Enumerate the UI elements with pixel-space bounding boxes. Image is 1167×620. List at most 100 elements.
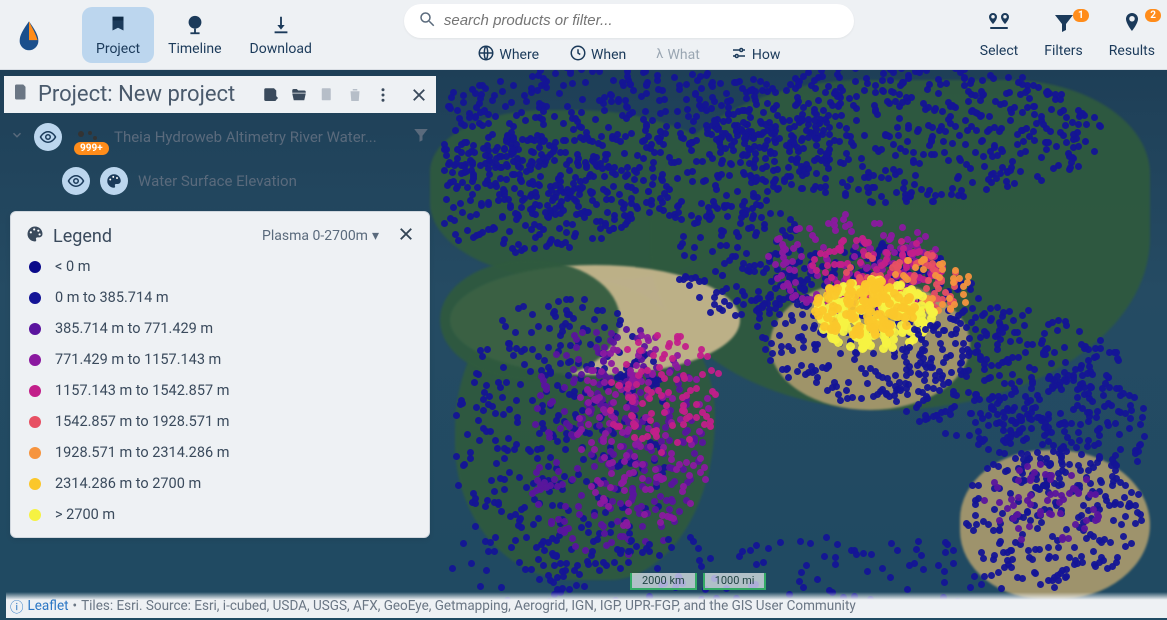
project-actions: [262, 86, 428, 104]
cc-icon: ⓘ: [10, 596, 24, 616]
legend-item: 2314.286 m to 2700 m: [29, 475, 415, 492]
leaflet-link[interactable]: Leaflet: [28, 598, 69, 614]
sub-nav: Where When λ What How: [404, 44, 854, 66]
pin-check-icon: [1120, 11, 1144, 39]
subnav-when-label: When: [591, 47, 626, 63]
close-panel-icon[interactable]: [410, 86, 428, 104]
app-logo: [12, 18, 46, 52]
results-badge: 2: [1145, 9, 1161, 22]
nav-tabs: Project Timeline Download: [82, 7, 326, 63]
legend-item-label: > 2700 m: [55, 506, 115, 523]
main: 2000 km 1000 mi Project: New project: [0, 70, 1167, 620]
project-icon: [12, 82, 30, 107]
legend-item: 1542.857 m to 1928.571 m: [29, 413, 415, 430]
tool-filters-label: Filters: [1044, 43, 1083, 59]
legend-item: 771.429 m to 1157.143 m: [29, 351, 415, 368]
search-input[interactable]: [444, 12, 840, 29]
legend-item: > 2700 m: [29, 506, 415, 523]
kebab-icon[interactable]: [374, 86, 392, 104]
save-add-icon[interactable]: [262, 86, 280, 104]
legend-swatch: [29, 323, 41, 335]
subnav-when[interactable]: When: [569, 44, 626, 66]
topbar: Project Timeline Download Where When λ Wha…: [0, 0, 1167, 70]
legend-item: 1157.143 m to 1542.857 m: [29, 382, 415, 399]
funnel-icon: [1052, 11, 1076, 39]
color-scheme-select[interactable]: Plasma 0-2700m ▾: [262, 228, 379, 244]
nav-tab-label: Timeline: [168, 41, 221, 57]
search-box[interactable]: [404, 4, 854, 38]
legend-item-label: 1542.857 m to 1928.571 m: [55, 413, 229, 430]
legend-items: < 0 m 0 m to 385.714 m 385.714 m to 771.42…: [25, 258, 415, 523]
trash-icon[interactable]: [346, 86, 364, 104]
right-tools: Select 1 Filters 2 Results: [980, 11, 1155, 59]
legend-item: 0 m to 385.714 m: [29, 289, 415, 306]
lambda-icon: λ: [656, 47, 663, 62]
project-title: Project: New project: [12, 82, 235, 107]
legend-card: Legend Plasma 0-2700m ▾ < 0 m 0 m to 385.…: [10, 211, 430, 538]
attribution-text: Tiles: Esri. Source: Esri, i-cubed, USDA…: [81, 598, 856, 614]
sliders-icon: [730, 44, 748, 66]
search-area: Where When λ What How: [404, 4, 854, 66]
project-icon: [106, 13, 130, 37]
legend-swatch: [29, 509, 41, 521]
filters-badge: 1: [1073, 9, 1089, 22]
download-icon: [269, 13, 293, 37]
open-folder-icon[interactable]: [290, 86, 308, 104]
nav-tab-label: Download: [250, 41, 312, 57]
tool-select[interactable]: Select: [980, 11, 1018, 59]
color-scheme-label: Plasma 0-2700m: [262, 228, 368, 244]
globe-icon: [477, 44, 495, 66]
tool-results[interactable]: 2 Results: [1109, 11, 1155, 59]
subnav-what[interactable]: λ What: [656, 44, 700, 66]
side-panel: Project: New project 999+ Theia Hydroweb…: [4, 76, 436, 538]
scale-km: 2000 km: [630, 573, 697, 590]
layer-row: 999+ Theia Hydroweb Altimetry River Wate…: [4, 113, 436, 161]
layer-filter-icon[interactable]: [412, 126, 430, 148]
legend-item-label: 2314.286 m to 2700 m: [55, 475, 201, 492]
layer-visibility-toggle[interactable]: [34, 123, 62, 151]
legend-swatch: [29, 292, 41, 304]
sublayer-visibility-toggle[interactable]: [62, 167, 90, 195]
nav-tab-label: Project: [96, 41, 140, 57]
layer-name[interactable]: Theia Hydroweb Altimetry River Water...: [114, 128, 402, 146]
caret-down-icon: ▾: [372, 228, 379, 244]
tool-select-label: Select: [980, 43, 1018, 59]
legend-swatch: [29, 385, 41, 397]
attribution-sep: •: [73, 598, 78, 614]
tool-filters[interactable]: 1 Filters: [1044, 11, 1083, 59]
clock-icon: [569, 44, 587, 66]
nav-tab-download[interactable]: Download: [236, 7, 326, 63]
nav-tab-project[interactable]: Project: [82, 7, 154, 63]
legend-swatch: [29, 354, 41, 366]
subnav-how-label: How: [752, 47, 781, 63]
nav-tab-timeline[interactable]: Timeline: [154, 7, 235, 63]
pins-icon: [986, 11, 1012, 39]
subnav-where[interactable]: Where: [477, 44, 539, 66]
sublayer-name[interactable]: Water Surface Elevation: [138, 172, 297, 190]
legend-item-label: 1157.143 m to 1542.857 m: [55, 382, 229, 399]
legend-item: < 0 m: [29, 258, 415, 275]
tool-results-label: Results: [1109, 43, 1155, 59]
palette-icon: [25, 224, 45, 248]
legend-item-label: 385.714 m to 771.429 m: [55, 320, 213, 337]
subnav-how[interactable]: How: [730, 44, 781, 66]
legend-item-label: 0 m to 385.714 m: [55, 289, 169, 306]
chevron-down-icon[interactable]: [10, 128, 24, 146]
legend-title: Legend: [53, 226, 112, 247]
sublayer-row: Water Surface Elevation: [4, 161, 436, 205]
legend-item-label: 1928.571 m to 2314.286 m: [55, 444, 229, 461]
legend-item-label: < 0 m: [55, 258, 90, 275]
subnav-what-label: What: [668, 47, 700, 63]
legend-swatch: [29, 478, 41, 490]
legend-swatch: [29, 447, 41, 459]
new-doc-icon[interactable]: [318, 86, 336, 104]
feature-count-chip: 999+: [72, 121, 104, 153]
scale-bar: 2000 km 1000 mi: [630, 573, 766, 590]
search-icon: [418, 10, 436, 32]
map-attribution: ⓘ Leaflet • Tiles: Esri. Source: Esri, i…: [6, 592, 1167, 618]
legend-swatch: [29, 416, 41, 428]
legend-close-icon[interactable]: [397, 225, 415, 247]
scale-mi: 1000 mi: [703, 573, 767, 590]
project-title-text: Project: New project: [38, 82, 235, 107]
sublayer-style-toggle[interactable]: [100, 167, 128, 195]
